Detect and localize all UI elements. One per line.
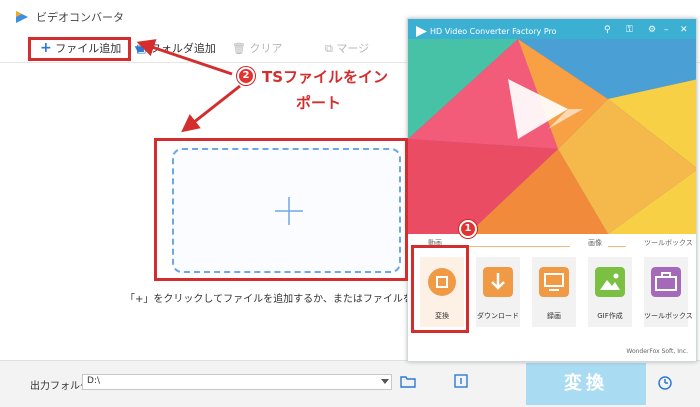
- pin-icon[interactable]: ⚲: [604, 25, 611, 35]
- merge-icon: ⧉: [325, 42, 333, 55]
- merge-button[interactable]: ⧉ マージ: [325, 40, 369, 56]
- clear-label: クリア: [249, 42, 283, 55]
- folder-icon: ▣: [136, 42, 147, 55]
- tile-download-label: ダウンロード: [477, 312, 519, 320]
- merge-label: マージ: [336, 42, 370, 55]
- toolbox-icon: [651, 267, 681, 297]
- tile-download[interactable]: ダウンロード: [476, 257, 520, 327]
- minimize-icon[interactable]: –: [664, 25, 669, 35]
- convert-button[interactable]: 変換: [526, 363, 646, 405]
- close-icon[interactable]: ✕: [680, 25, 688, 35]
- step-2-text-line2: ポート: [296, 94, 342, 112]
- tile-gif[interactable]: GIF作成: [588, 257, 632, 327]
- hd-logo-icon: [416, 26, 427, 37]
- clear-button[interactable]: 🗑 クリア: [232, 40, 282, 56]
- open-folder-icon[interactable]: [400, 374, 416, 388]
- category-image-label: 画像: [588, 239, 602, 247]
- key-icon[interactable]: ⚿: [626, 25, 633, 35]
- app-logo-icon: [16, 11, 28, 23]
- tile-toolbox[interactable]: ツールボックス: [644, 257, 693, 327]
- gear-icon[interactable]: ⚙: [648, 25, 656, 35]
- alarm-clock-icon[interactable]: [656, 373, 674, 391]
- tile-toolbox-label: ツールボックス: [644, 312, 693, 320]
- step-2-badge: 2: [237, 67, 255, 85]
- hd-banner-artwork: [408, 19, 696, 234]
- output-folder-value: D:\: [87, 376, 100, 386]
- drop-hint-text: 「+」をクリックしてファイルを追加するか、またはファイルをここまでドラ: [125, 294, 425, 305]
- output-settings-icon[interactable]: [454, 373, 468, 389]
- highlight-add-file: [28, 37, 131, 61]
- category-image-divider: [608, 246, 626, 247]
- chevron-down-icon[interactable]: [381, 379, 389, 384]
- window-title: ビデオコンバータ: [36, 11, 124, 24]
- step-1-badge: 1: [459, 220, 477, 238]
- bottom-bar: 出力フォルダ： D:\ 変換: [0, 360, 700, 407]
- tile-gif-label: GIF作成: [597, 312, 623, 320]
- screen-record-icon: [539, 267, 569, 297]
- tile-record[interactable]: 録画: [532, 257, 576, 327]
- add-folder-label: フォルダ追加: [149, 42, 216, 55]
- output-folder-field[interactable]: D:\: [82, 374, 392, 390]
- hd-footer-credit: WonderFox Soft, Inc.: [626, 348, 688, 355]
- trash-icon: 🗑: [232, 42, 246, 55]
- image-icon: [595, 267, 625, 297]
- hd-window-title: HD Video Converter Factory Pro: [430, 27, 557, 36]
- category-toolbox-label: ツールボックス: [644, 239, 693, 247]
- tile-record-label: 録画: [547, 312, 561, 320]
- highlight-drop-zone: [154, 138, 408, 281]
- step-2-text-line1: TSファイルをイン: [262, 68, 389, 86]
- download-icon: [483, 267, 513, 297]
- highlight-convert-tile: [411, 245, 469, 333]
- add-folder-button[interactable]: ▣ フォルダ追加: [136, 40, 216, 56]
